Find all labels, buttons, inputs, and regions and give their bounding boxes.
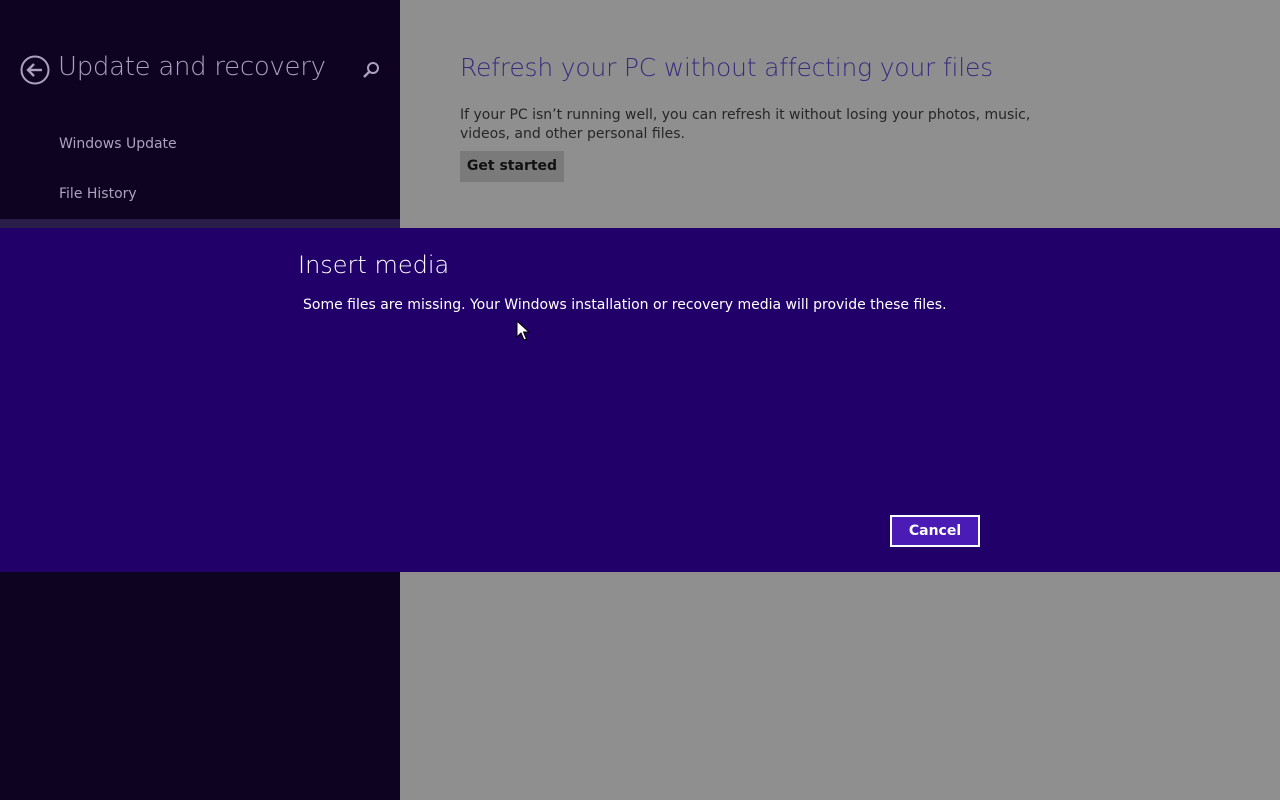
refresh-pc-title: Refresh your PC without affecting your f… (460, 53, 993, 82)
dialog-message: Some files are missing. Your Windows ins… (303, 297, 947, 313)
search-button[interactable] (360, 60, 382, 82)
insert-media-dialog: Insert media Some files are missing. You… (0, 228, 1280, 572)
search-icon (363, 62, 379, 78)
sidebar-title: Update and recovery (58, 52, 326, 82)
refresh-pc-description: If your PC isn’t running well, you can r… (460, 107, 1031, 142)
dialog-title: Insert media (298, 251, 450, 279)
back-button[interactable] (20, 55, 50, 85)
get-started-button[interactable]: Get started (460, 151, 564, 182)
cancel-button[interactable]: Cancel (890, 515, 980, 547)
sidebar-item-file-history[interactable]: File History (0, 174, 400, 214)
screen: Update and recovery Windows Update File … (0, 0, 1280, 800)
back-arrow-icon (20, 55, 50, 85)
sidebar-item-selected-highlight (0, 219, 400, 228)
sidebar-item-windows-update[interactable]: Windows Update (0, 124, 400, 164)
